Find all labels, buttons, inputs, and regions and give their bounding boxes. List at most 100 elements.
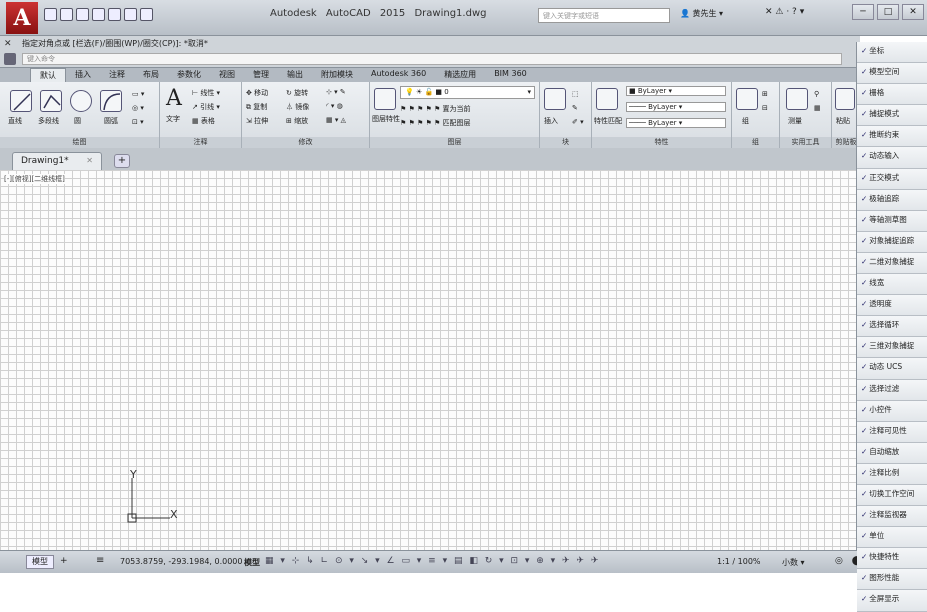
polyline-button[interactable]: 多段线 xyxy=(38,116,59,126)
customize-menu-item[interactable]: ✓ 选择循环 xyxy=(857,316,927,338)
circle-button[interactable]: 圆 xyxy=(74,116,81,126)
text-icon[interactable]: A xyxy=(166,86,182,111)
stretch-button[interactable]: ⇲ 拉伸 xyxy=(246,116,268,126)
lineweight-dropdown[interactable]: ──── ByLayer ▾ xyxy=(626,118,726,128)
model-space-toggle[interactable]: 模型 xyxy=(244,557,260,568)
ribbon-tab[interactable]: 附加模块 xyxy=(312,68,362,82)
ribbon-tab[interactable]: BIM 360 xyxy=(485,68,536,82)
customize-menu-item[interactable]: ✓ 小控件 xyxy=(857,400,927,422)
customize-menu-item[interactable]: ✓ 全屏显示 xyxy=(857,590,927,612)
close-icon[interactable]: ✕ xyxy=(86,156,93,165)
paste-button[interactable]: 粘贴 xyxy=(836,116,850,126)
layer-properties-icon[interactable] xyxy=(374,88,396,110)
customize-menu-item[interactable]: ✓ 线宽 xyxy=(857,274,927,296)
panel-title-block[interactable]: 块 xyxy=(540,137,591,148)
paste-icon[interactable] xyxy=(835,88,855,110)
block-edit-icon[interactable]: ✎ xyxy=(572,104,578,112)
ribbon-tab[interactable]: 插入 xyxy=(66,68,100,82)
measure-button[interactable]: 测量 xyxy=(788,116,802,126)
ribbon-tab[interactable]: 精选应用 xyxy=(435,68,485,82)
ribbon-tab[interactable]: 视图 xyxy=(210,68,244,82)
save-icon[interactable] xyxy=(76,8,89,21)
line-button[interactable]: 直线 xyxy=(8,116,22,126)
panel-title-draw[interactable]: 绘图 xyxy=(0,137,159,148)
region-icon[interactable]: ⊡ ▾ xyxy=(132,118,144,126)
customize-menu-item[interactable]: ✓ 单位 xyxy=(857,527,927,549)
customize-menu-item[interactable]: ✓ 透明度 xyxy=(857,295,927,317)
search-input[interactable]: 键入关键字或短语 xyxy=(538,8,670,23)
insert-icon[interactable] xyxy=(544,88,566,110)
block-attr-icon[interactable]: ✐ ▾ xyxy=(572,118,584,126)
open-icon[interactable] xyxy=(60,8,73,21)
match-properties-icon[interactable] xyxy=(596,88,618,110)
layer-dropdown[interactable]: 💡 ☀ 🔓 ■ 0 ▾ xyxy=(400,86,535,99)
panel-title-utilities[interactable]: 实用工具 xyxy=(780,137,831,148)
close-icon[interactable]: ✕ xyxy=(4,39,12,49)
user-account[interactable]: 👤 黄先生 ▾ xyxy=(680,8,723,19)
panel-title-layer[interactable]: 图层 xyxy=(370,137,539,148)
redo-icon[interactable] xyxy=(140,8,153,21)
menu-icon[interactable]: ≡ xyxy=(96,555,104,566)
measure-icon[interactable] xyxy=(786,88,808,110)
fillet-icon[interactable]: ◜ ▾ ◍ xyxy=(326,102,343,110)
layer-tools-row1[interactable]: ⚑ ⚑ ⚑ ⚑ ⚑ 置为当前 xyxy=(400,104,471,114)
save-as-icon[interactable] xyxy=(92,8,105,21)
polyline-icon[interactable] xyxy=(40,90,62,112)
circle-icon[interactable] xyxy=(70,90,92,112)
scale-button[interactable]: ⊞ 缩放 xyxy=(286,116,308,126)
mirror-button[interactable]: ⏃ 镜像 xyxy=(286,102,309,112)
customize-menu-item[interactable]: ✓ 注释可见性 xyxy=(857,421,927,443)
panel-title-properties[interactable]: 特性 xyxy=(592,137,731,148)
ribbon-tab[interactable]: 布局 xyxy=(134,68,168,82)
customize-menu-item[interactable]: ✓ 正交模式 xyxy=(857,168,927,190)
panel-title-modify[interactable]: 修改 xyxy=(242,137,369,148)
group-button[interactable]: 组 xyxy=(742,116,749,126)
print-icon[interactable] xyxy=(108,8,121,21)
customize-menu-item[interactable]: ✓ 动态 UCS xyxy=(857,358,927,380)
group-icon[interactable] xyxy=(736,88,758,110)
block-create-icon[interactable]: ⬚ xyxy=(572,90,579,98)
customize-menu-item[interactable]: ✓ 注释监视器 xyxy=(857,506,927,528)
customize-menu-item[interactable]: ✓ 三维对象捕捉 xyxy=(857,337,927,359)
linear-dim-button[interactable]: ⊢ 线性 ▾ xyxy=(192,88,220,98)
drafting-toggles[interactable]: ▦ ▾ ⊹ ↳ ∟ ⊙ ▾ ↘ ▾ ∠ ▭ ▾ ≡ ▾ ▤ ◧ ↻ ▾ ⊡ ▾ … xyxy=(265,556,600,566)
command-tool-icon[interactable] xyxy=(4,53,16,65)
panel-title-group[interactable]: 组 xyxy=(732,137,779,148)
ribbon-tab[interactable]: Autodesk 360 xyxy=(362,68,435,82)
annotation-scale[interactable]: 1:1 / 100% xyxy=(717,557,761,566)
customize-menu-item[interactable]: ✓ 动态输入 xyxy=(857,147,927,169)
text-button[interactable]: 文字 xyxy=(166,114,180,124)
customize-menu-item[interactable]: ✓ 注释比例 xyxy=(857,463,927,485)
close-button[interactable]: ✕ xyxy=(902,4,924,20)
ribbon-tab[interactable]: 默认 xyxy=(30,68,66,82)
id-point-icon[interactable]: ▦ xyxy=(814,104,821,112)
units-dropdown[interactable]: 小数 ▾ xyxy=(782,557,805,568)
model-tab[interactable]: 模型 xyxy=(26,555,54,569)
customize-menu-item[interactable]: ✓ 对象捕捉追踪 xyxy=(857,231,927,253)
customize-menu-item[interactable]: ✓ 自动缩放 xyxy=(857,442,927,464)
ungroup-icon[interactable]: ⊞ xyxy=(762,90,768,98)
trim-icon[interactable]: ⊹ ▾ ✎ xyxy=(326,88,346,96)
line-icon[interactable] xyxy=(10,90,32,112)
customize-menu-item[interactable]: ✓ 切换工作空间 xyxy=(857,484,927,507)
arc-button[interactable]: 圆弧 xyxy=(104,116,118,126)
customize-menu-item[interactable]: ✓ 二维对象捕捉 xyxy=(857,252,927,275)
customize-menu-item[interactable]: ✓ 等轴测草图 xyxy=(857,210,927,232)
customize-menu-item[interactable]: ✓ 坐标 xyxy=(857,42,927,64)
color-dropdown[interactable]: ■ ByLayer ▾ xyxy=(626,86,726,96)
match-properties-button[interactable]: 特性匹配 xyxy=(594,116,622,126)
ribbon-tab[interactable]: 输出 xyxy=(278,68,312,82)
viewport-controls[interactable]: [-][俯视][二维线框] xyxy=(4,174,65,184)
insert-button[interactable]: 插入 xyxy=(544,116,558,126)
drawing-canvas[interactable]: [-][俯视][二维线框] Y X xyxy=(0,170,860,550)
customize-menu-item[interactable]: ✓ 极轴追踪 xyxy=(857,189,927,211)
coordinates-readout[interactable]: 7053.8759, -293.1984, 0.0000 xyxy=(120,557,242,566)
array-icon[interactable]: ▦ ▾ ◬ xyxy=(326,116,346,124)
add-layout-icon[interactable]: + xyxy=(60,556,68,566)
panel-title-annotation[interactable]: 注释 xyxy=(160,137,241,148)
calc-icon[interactable]: ⚲ xyxy=(814,90,819,98)
ribbon-tab[interactable]: 参数化 xyxy=(168,68,210,82)
rotate-button[interactable]: ↻ 旋转 xyxy=(286,88,308,98)
hatch-icon[interactable]: ◎ ▾ xyxy=(132,104,144,112)
customize-menu-item[interactable]: ✓ 推断约束 xyxy=(857,126,927,148)
